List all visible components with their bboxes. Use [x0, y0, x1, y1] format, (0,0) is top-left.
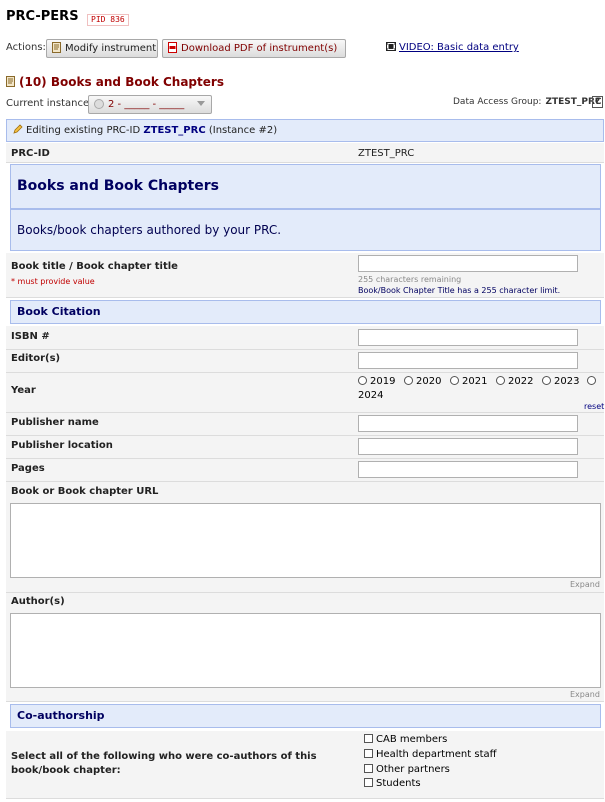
status-circle-icon	[94, 99, 104, 109]
actions-label: Actions:	[6, 42, 46, 53]
video-link-label: VIDEO: Basic data entry	[399, 42, 519, 53]
prc-id-row	[6, 143, 604, 163]
coauth-option-label: Students	[376, 778, 421, 789]
year-option-2023[interactable]: 2023	[542, 376, 579, 387]
char-limit-note: Book/Book Chapter Title has a 255 charac…	[358, 286, 561, 295]
data-access-group: Data Access Group: ZTEST_PRC	[453, 97, 602, 107]
coauth-option-other-partners[interactable]: Other partners	[364, 764, 450, 775]
editors-label: Editor(s)	[11, 353, 61, 364]
video-link[interactable]: VIDEO: Basic data entry	[386, 42, 519, 54]
co-authorship-header: Co-authorship	[10, 704, 601, 728]
download-pdf-label: Download PDF of instrument(s)	[181, 43, 338, 54]
year-option-label: 2021	[462, 376, 488, 387]
pencil-icon	[13, 121, 23, 142]
radio-icon[interactable]	[587, 376, 596, 385]
year-option-label: 2023	[554, 376, 580, 387]
year-label: Year	[11, 385, 36, 396]
section-header-title: Books and Book Chapters	[17, 178, 219, 194]
instrument-icon	[6, 76, 16, 90]
pid-badge: PID 836	[87, 14, 129, 26]
year-option-label: 2022	[508, 376, 534, 387]
instrument-title: (10) Books and Book Chapters	[6, 75, 224, 90]
coauth-option-health-dept[interactable]: Health department staff	[364, 749, 497, 760]
instance-value: 2 - _____ - _____	[108, 99, 185, 110]
divider	[6, 798, 604, 799]
pages-label: Pages	[11, 463, 45, 474]
coauth-option-students[interactable]: Students	[364, 778, 421, 789]
year-option-2020[interactable]: 2020	[404, 376, 441, 387]
url-label: Book or Book chapter URL	[11, 486, 159, 497]
coauth-option-cab-members[interactable]: CAB members	[364, 734, 447, 745]
coauth-option-label: Health department staff	[376, 749, 497, 760]
checkbox-icon[interactable]	[364, 734, 373, 743]
radio-icon[interactable]	[496, 376, 505, 385]
current-instance-label: Current instance:	[6, 98, 93, 109]
checkbox-icon[interactable]	[364, 778, 373, 787]
modify-instrument-label: Modify instrument	[65, 43, 157, 54]
editing-record-id: ZTEST_PRC	[143, 125, 206, 136]
publisher-name-input[interactable]	[358, 415, 578, 432]
publisher-location-input[interactable]	[358, 438, 578, 455]
section-description: Books/book chapters authored by your PRC…	[17, 223, 282, 237]
editors-input[interactable]	[358, 352, 578, 369]
section-header-box: Books and Book Chapters	[10, 164, 601, 209]
radio-icon[interactable]	[404, 376, 413, 385]
divider	[6, 162, 604, 163]
year-option-2024-radio[interactable]	[587, 376, 599, 387]
expand-link[interactable]: Expand	[570, 580, 600, 589]
prc-id-value: ZTEST_PRC	[358, 148, 415, 159]
divider	[6, 701, 604, 702]
editing-suffix: (Instance #2)	[208, 125, 278, 136]
publisher-name-label: Publisher name	[11, 417, 99, 428]
radio-icon[interactable]	[358, 376, 367, 385]
year-option-2021[interactable]: 2021	[450, 376, 487, 387]
year-option-label: 2019	[370, 376, 396, 387]
pages-input[interactable]	[358, 461, 578, 478]
reset-link[interactable]: reset	[584, 402, 604, 411]
year-option-label: 2020	[416, 376, 442, 387]
coauth-question: Select all of the following who were co-…	[11, 751, 317, 776]
year-option-2024-label: 2024	[358, 390, 384, 401]
dag-label: Data Access Group:	[453, 97, 542, 107]
authors-textarea[interactable]	[10, 613, 601, 688]
isbn-input[interactable]	[358, 329, 578, 346]
chars-remaining: 255 characters remaining	[358, 275, 462, 284]
checkbox-icon[interactable]	[364, 764, 373, 773]
editing-prefix: Editing existing PRC-ID	[26, 125, 141, 136]
publisher-location-label: Publisher location	[11, 440, 113, 451]
film-icon	[386, 42, 396, 54]
expand-link[interactable]: Expand	[570, 690, 600, 699]
section-description-box: Books/book chapters authored by your PRC…	[10, 209, 601, 251]
prc-id-label: PRC-ID	[11, 148, 50, 159]
book-citation-header: Book Citation	[10, 300, 601, 324]
form-edit-icon	[52, 42, 62, 53]
book-title-input[interactable]	[358, 255, 578, 272]
radio-icon[interactable]	[450, 376, 459, 385]
coauth-option-label: Other partners	[376, 764, 450, 775]
url-textarea[interactable]	[10, 503, 601, 578]
pdf-icon	[168, 42, 178, 53]
year-option-2019[interactable]: 2019	[358, 376, 395, 387]
book-title-label: Book title / Book chapter title	[11, 261, 178, 272]
help-icon[interactable]: ?	[592, 96, 603, 108]
radio-icon[interactable]	[542, 376, 551, 385]
coauth-option-label: CAB members	[376, 734, 448, 745]
year-option-2022[interactable]: 2022	[496, 376, 533, 387]
instance-select[interactable]: 2 - _____ - _____	[88, 95, 212, 114]
required-note: * must provide value	[11, 277, 95, 286]
download-pdf-button[interactable]: Download PDF of instrument(s)	[162, 39, 346, 58]
instrument-title-text: (10) Books and Book Chapters	[19, 75, 224, 89]
divider	[6, 297, 604, 298]
chevron-down-icon	[197, 96, 205, 113]
modify-instrument-button[interactable]: Modify instrument	[46, 39, 158, 58]
authors-label: Author(s)	[11, 596, 65, 607]
project-title: PRC-PERS	[6, 9, 79, 24]
isbn-label: ISBN #	[11, 331, 50, 342]
editing-banner: Editing existing PRC-ID ZTEST_PRC (Insta…	[6, 119, 604, 142]
checkbox-icon[interactable]	[364, 749, 373, 758]
